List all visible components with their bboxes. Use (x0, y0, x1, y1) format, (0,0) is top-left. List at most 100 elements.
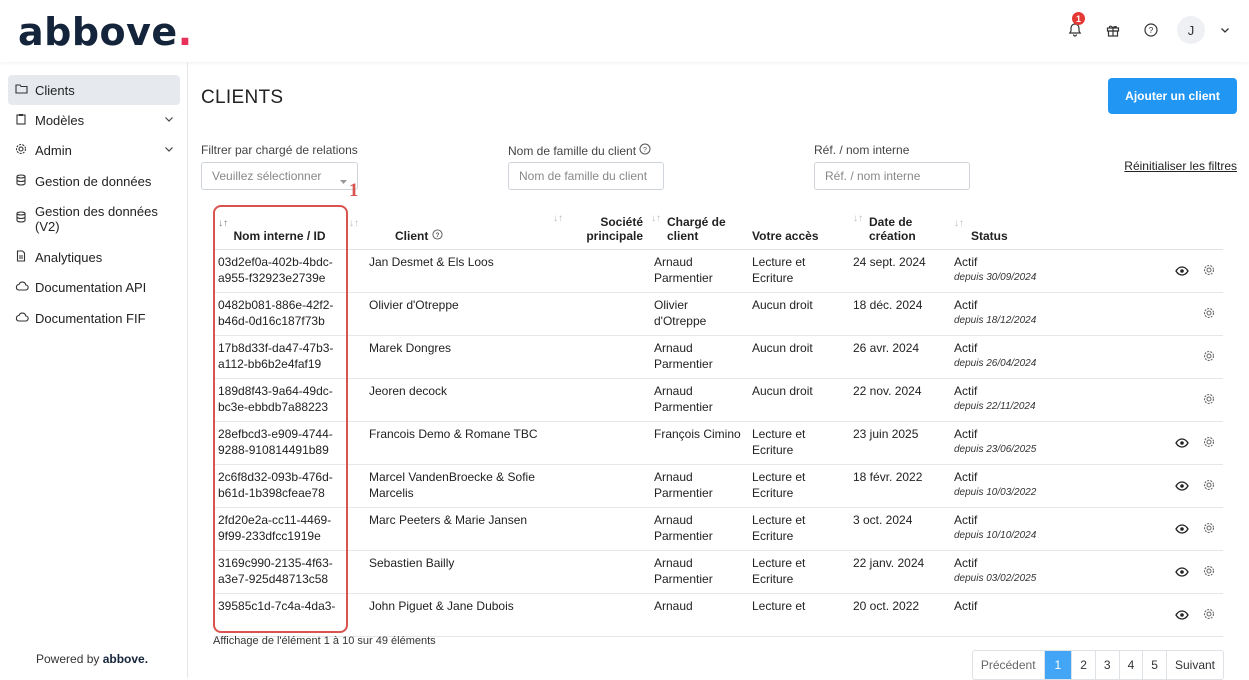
column-header-status[interactable]: ↓↑ Status (950, 212, 1080, 250)
table-row[interactable]: 28efbcd3-e909-4744- 9288-910814491b89 Fran… (214, 421, 1223, 465)
gear-icon[interactable] (1203, 436, 1215, 452)
sidebar-item-clients[interactable]: Clients (8, 75, 180, 105)
avatar[interactable]: J (1177, 16, 1205, 44)
table-header-row: ↓↑ Nom interne / ID ↓↑ Client ? ↓↑ Société p… (214, 212, 1223, 250)
table-row[interactable]: 0482b081-886e-42f2- b46d-0d16c187f73b Oliv… (214, 292, 1223, 336)
cell-status: Actif depuis 10/03/2022 (950, 464, 1080, 508)
table-row[interactable]: 3169c990-2135-4f63- a3e7-925d48713c58 Seba… (214, 550, 1223, 594)
ref-filter-input[interactable]: Réf. / nom interne (814, 162, 970, 190)
cell-company (543, 421, 647, 465)
gift-icon[interactable] (1101, 18, 1125, 42)
sidebar-item-gestion-donnees-v2[interactable]: Gestion des données (V2) (8, 199, 180, 239)
sort-icon[interactable]: ↓↑ (853, 213, 863, 224)
eye-icon[interactable] (1175, 264, 1189, 280)
cell-client[interactable]: Marcel VandenBroecke & Sofie Marcelis (345, 464, 543, 508)
gear-icon[interactable] (1203, 307, 1215, 323)
brand-logo[interactable]: abbove. (18, 10, 193, 54)
cell-company (543, 550, 647, 594)
cell-access: Lecture et (748, 593, 849, 637)
eye-icon[interactable] (1175, 479, 1189, 495)
cell-client[interactable]: Olivier d'Otreppe (345, 292, 543, 336)
table-row[interactable]: 189d8f43-9a64-49dc-bc3e-ebbdb7a88223 Jeor… (214, 378, 1223, 422)
cloud-icon (15, 280, 35, 294)
sidebar-item-analytiques[interactable]: Analytiques (8, 242, 180, 272)
database-icon (15, 173, 35, 189)
cell-company (543, 593, 647, 637)
gear-icon[interactable] (1203, 264, 1215, 280)
sort-icon[interactable]: ↓↑ (349, 218, 359, 229)
chevron-down-icon (164, 144, 174, 157)
cell-created: 22 janv. 2024 (849, 550, 950, 594)
table-row[interactable]: 2fd20e2a-cc11-4469- 9f99-233dfcc1919e Marc… (214, 507, 1223, 551)
bell-icon[interactable]: 1 (1063, 12, 1087, 42)
sort-icon[interactable]: ↓↑ (553, 213, 563, 224)
eye-icon[interactable] (1175, 522, 1189, 538)
cell-status: Actif depuis 26/04/2024 (950, 335, 1080, 379)
gear-icon (15, 143, 35, 158)
eye-icon[interactable] (1175, 436, 1189, 452)
cell-client[interactable]: Sebastien Bailly (345, 550, 543, 594)
cell-client[interactable]: Jan Desmet & Els Loos (345, 249, 543, 293)
sort-icon[interactable]: ↓↑ (954, 218, 964, 229)
pagination-next[interactable]: Suivant (1165, 651, 1223, 679)
annotation-number: 1 (349, 180, 359, 201)
gear-icon[interactable] (1203, 350, 1215, 366)
cell-manager: Arnaud Parmentier (647, 378, 748, 422)
cell-actions (1080, 378, 1223, 422)
reset-filters-link[interactable]: Réinitialiser les filtres (1124, 159, 1237, 173)
pagination-page-3[interactable]: 3 (1094, 651, 1119, 679)
cell-status: Actif (950, 593, 1080, 637)
table-row[interactable]: 17b8d33f-da47-47b3- a112-bb6b2e4faf19 Mare… (214, 335, 1223, 379)
cell-access: Aucun droit (748, 292, 849, 336)
gear-icon[interactable] (1203, 393, 1215, 409)
sidebar-item-doc-api[interactable]: Documentation API (8, 272, 180, 302)
sort-icon[interactable]: ↓↑ (651, 213, 661, 224)
help-icon[interactable]: ? (1139, 18, 1163, 42)
column-header-company[interactable]: ↓↑ Société principale (543, 212, 647, 250)
sidebar-item-gestion-donnees[interactable]: Gestion de données (8, 165, 180, 197)
table-row[interactable]: 03d2ef0a-402b-4bdc-a955-f32923e2739e Jan … (214, 249, 1223, 293)
sidebar-item-admin[interactable]: Admin (8, 135, 180, 165)
eye-icon[interactable] (1175, 565, 1189, 581)
folder-icon (15, 83, 35, 97)
gear-icon[interactable] (1203, 565, 1215, 581)
cell-created: 18 févr. 2022 (849, 464, 950, 508)
cell-client[interactable]: John Piguet & Jane Dubois (345, 593, 543, 637)
column-header-manager[interactable]: ↓↑ Chargé de client (647, 212, 748, 250)
add-client-button[interactable]: Ajouter un client (1108, 78, 1237, 114)
cell-status: Actif depuis 03/02/2025 (950, 550, 1080, 594)
relation-filter-select[interactable]: Veuillez sélectionner (201, 162, 358, 190)
cell-status: Actif depuis 23/06/2025 (950, 421, 1080, 465)
chevron-down-icon[interactable] (1219, 18, 1231, 42)
cell-created: 26 avr. 2024 (849, 335, 950, 379)
eye-icon[interactable] (1175, 608, 1189, 624)
gear-icon[interactable] (1203, 522, 1215, 538)
sidebar-item-modeles[interactable]: Modèles (8, 105, 180, 135)
table-row[interactable]: 39585c1d-7c4a-4da3- John Piguet & Jane Du… (214, 593, 1223, 637)
gear-icon[interactable] (1203, 479, 1215, 495)
pagination-page-5[interactable]: 5 (1142, 651, 1166, 679)
cell-client[interactable]: Marc Peeters & Marie Jansen (345, 507, 543, 551)
column-header-created[interactable]: ↓↑ Date de création (849, 212, 950, 250)
ref-filter-label: Réf. / nom interne (814, 143, 910, 157)
cell-actions (1080, 593, 1223, 637)
cell-client[interactable]: Jeoren decock (345, 378, 543, 422)
cell-status: Actif depuis 30/09/2024 (950, 249, 1080, 293)
pagination-previous[interactable]: Précédent (973, 651, 1044, 679)
cell-client[interactable]: Marek Dongres (345, 335, 543, 379)
cell-client[interactable]: Francois Demo & Romane TBC (345, 421, 543, 465)
pagination-page-1[interactable]: 1 (1043, 651, 1072, 679)
sidebar-item-doc-fif[interactable]: Documentation FIF (8, 303, 180, 333)
gear-icon[interactable] (1203, 608, 1215, 624)
cloud-icon (15, 311, 35, 325)
cell-created: 3 oct. 2024 (849, 507, 950, 551)
column-header-client[interactable]: ↓↑ Client ? (345, 212, 543, 250)
top-bar: abbove. 1 ? J (0, 0, 1249, 62)
table-row[interactable]: 2c6f8d32-093b-476d-b61d-1b398cfeae78 Marc… (214, 464, 1223, 508)
annotation-highlight (213, 205, 348, 633)
family-filter-input[interactable]: Nom de famille du client (508, 162, 664, 190)
cell-company (543, 292, 647, 336)
pagination-page-4[interactable]: 4 (1118, 651, 1143, 679)
cell-status: Actif depuis 10/10/2024 (950, 507, 1080, 551)
pagination-page-2[interactable]: 2 (1071, 651, 1095, 679)
